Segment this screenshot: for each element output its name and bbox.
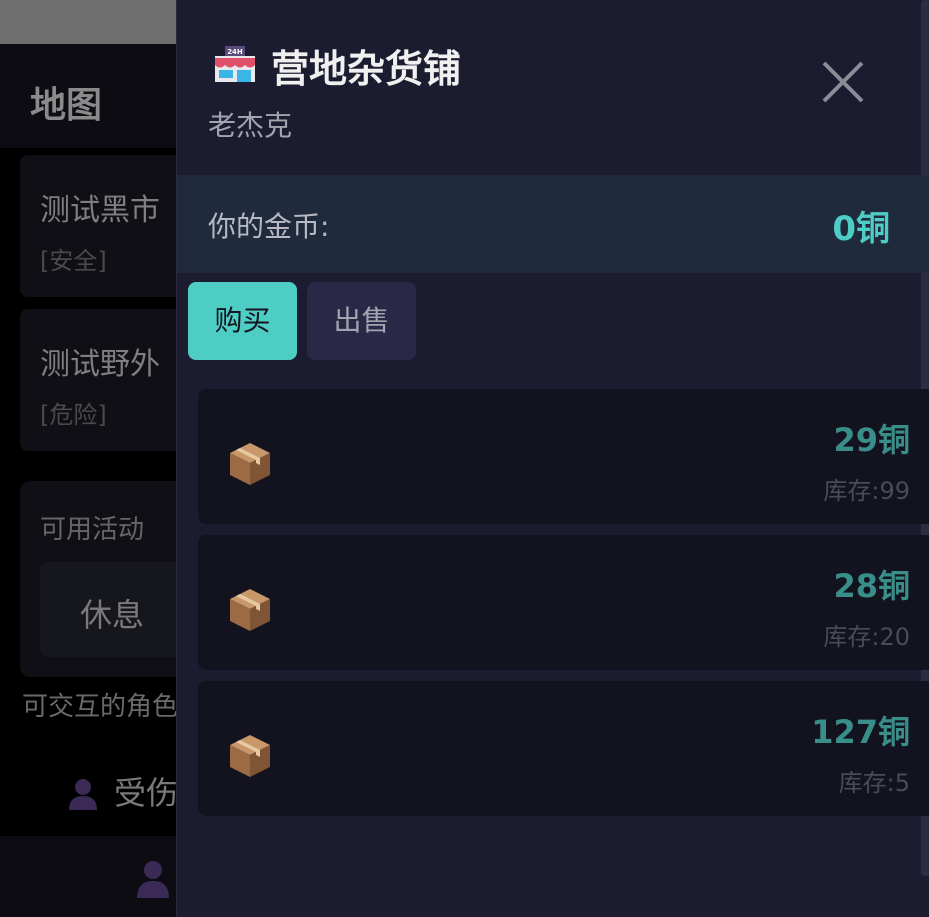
package-icon [230, 735, 270, 777]
person-icon [69, 779, 97, 810]
activities-title: 可用活动 [40, 515, 145, 545]
map-title: 地图 [30, 85, 103, 126]
rest-button-label: 休息 [80, 596, 145, 634]
shop-item[interactable]: 127铜 库存:5 [198, 681, 929, 816]
close-button[interactable] [817, 56, 869, 108]
gold-value: 0铜 [832, 209, 890, 249]
npc-item[interactable]: 受伤 [66, 768, 178, 814]
gold-label: 你的金币: [208, 210, 330, 243]
store-icon: 24H [215, 46, 255, 82]
close-icon [822, 61, 864, 103]
shop-title: 营地杂货铺 [271, 47, 462, 91]
gold-bar: 你的金币: 0铜 [177, 175, 929, 273]
shop-owner: 老杰克 [208, 109, 293, 142]
item-stock: 库存:99 [823, 477, 910, 505]
item-stock: 库存:20 [823, 623, 910, 651]
shop-item[interactable]: 29铜 库存:99 [198, 389, 929, 524]
package-icon [230, 589, 270, 631]
shop-item[interactable]: 28铜 库存:20 [198, 535, 929, 670]
location-name: 测试黑市 [40, 193, 160, 228]
package-icon [230, 443, 270, 485]
item-price: 29铜 [833, 421, 910, 459]
tab-buy[interactable]: 购买 [188, 282, 297, 360]
location-tag: [安全] [40, 247, 107, 275]
npc-name: 受伤 [114, 774, 179, 812]
svg-text:24H: 24H [227, 48, 243, 56]
npc-section-title: 可交互的角色 [22, 692, 179, 722]
shop-panel: 24H 营地杂货铺 老杰克 你的金币: 0铜 购买 出售 29铜 库存:99 2… [176, 0, 929, 917]
item-price: 28铜 [833, 567, 910, 605]
location-tag: [危险] [40, 401, 107, 429]
person-icon[interactable] [135, 858, 171, 898]
item-price: 127铜 [811, 713, 910, 751]
location-name: 测试野外 [40, 347, 160, 382]
tab-sell[interactable]: 出售 [307, 282, 416, 360]
item-stock: 库存:5 [838, 769, 910, 797]
